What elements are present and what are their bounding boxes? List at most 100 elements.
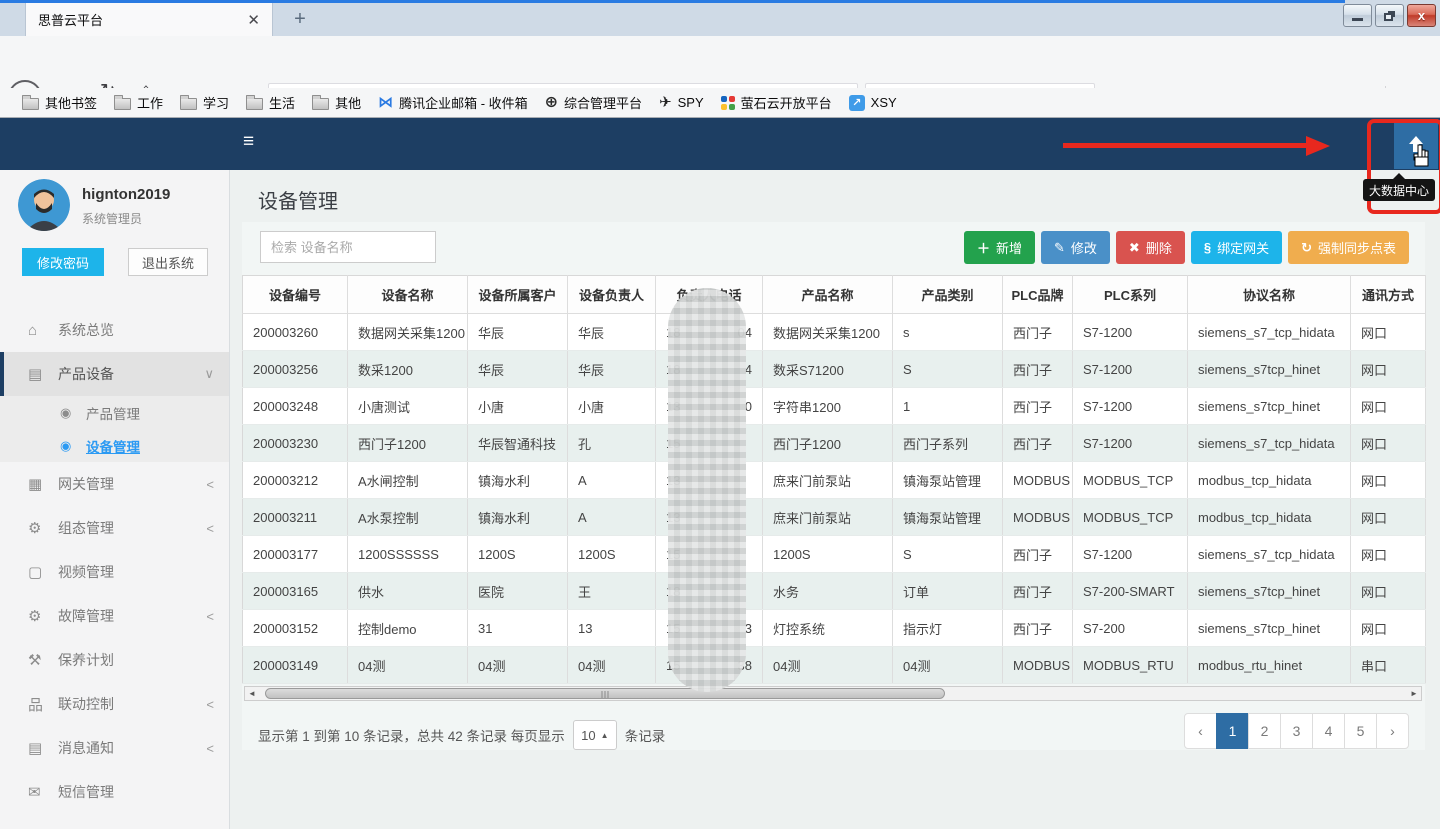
action-button-新增[interactable]: ＋新增 (964, 231, 1035, 264)
table-cell: 31 (468, 610, 568, 647)
table-cell: siemens_s7tcp_hinet (1188, 610, 1351, 647)
bookmark-item[interactable]: ⊕综合管理平台 (545, 93, 642, 112)
bookmark-item[interactable]: 萤石云开放平台 (721, 93, 832, 112)
sidebar-subitem-label: 设备管理 (86, 436, 140, 456)
avatar[interactable] (18, 179, 70, 231)
table-cell: siemens_s7_tcp_hidata (1188, 425, 1351, 462)
device-search-input[interactable] (260, 231, 436, 263)
table-row[interactable]: 200003248小唐测试小唐小唐130字符串12001西门子S7-1200si… (243, 388, 1426, 425)
summary-text-before: 显示第 1 到第 10 条记录，总共 42 条记录 每页显示 (258, 725, 565, 745)
browser-toolbar: ← → ↻ ⌂ iot.idosp.net/admin/index.html?l… (0, 36, 1440, 88)
sidebar-item-label: 保养计划 (58, 650, 214, 670)
sidebar-subitem-产品管理[interactable]: ◉产品管理 (0, 396, 230, 429)
sidebar-item-label: 故障管理 (58, 606, 206, 626)
table-cell: S7-1200 (1073, 536, 1188, 573)
logout-button[interactable]: 退出系统 (128, 248, 208, 276)
table-cell: A (568, 499, 656, 536)
table-cell: 西门子1200 (348, 425, 468, 462)
tab-close-icon[interactable]: ✕ (245, 11, 262, 29)
table-cell: 小唐 (568, 388, 656, 425)
bookmark-item[interactable]: ✈SPY (659, 95, 704, 110)
pagination-page-3[interactable]: 3 (1280, 713, 1313, 749)
table-cell: 04测 (893, 647, 1003, 684)
sidebar-item-消息通知[interactable]: ▤消息通知< (0, 726, 230, 770)
table-cell: 字符串1200 (763, 388, 893, 425)
hand-cursor-icon (1410, 144, 1432, 168)
table-row[interactable]: 200003212A水闸控制镇海水利A13庶来门前泵站镇海泵站管理MODBUSM… (243, 462, 1426, 499)
horizontal-scrollbar[interactable]: ◄ ► (244, 686, 1422, 701)
sitemap-icon: 品 (28, 694, 58, 715)
gears-icon: ⚙ (28, 519, 58, 537)
new-tab-button[interactable]: + (288, 8, 312, 31)
sidebar-item-短信管理[interactable]: ✉短信管理 (0, 770, 230, 814)
sidebar-item-系统总览[interactable]: ⌂系统总览 (0, 308, 230, 352)
sidebar-item-联动控制[interactable]: 品联动控制< (0, 682, 230, 726)
bookmarks-bar: 其他书签工作学习生活其他 ⋈腾讯企业邮箱 - 收件箱 ⊕综合管理平台 ✈SPY 萤石云开… (0, 88, 1440, 118)
table-cell: siemens_s7tcp_hinet (1188, 388, 1351, 425)
sidebar-collapse-icon[interactable]: ≡ (243, 131, 254, 153)
restore-button[interactable] (1375, 4, 1404, 27)
table-cell: 灯控系统 (763, 610, 893, 647)
sidebar-item-产品设备[interactable]: ▤产品设备∨ (0, 352, 230, 396)
action-button-修改[interactable]: ✎修改 (1041, 231, 1110, 264)
bookmark-item[interactable]: ↗XSY (849, 95, 897, 111)
table-row[interactable]: 20000314904测04测04测153804测04测MODBUSMODBUS… (243, 647, 1426, 684)
table-cell: A水闸控制 (348, 462, 468, 499)
table-cell: 华辰 (468, 351, 568, 388)
scroll-left-icon[interactable]: ◄ (245, 689, 259, 698)
bookmark-item[interactable]: 生活 (246, 93, 295, 112)
sidebar-item-label: 网关管理 (58, 474, 206, 494)
sidebar-item-组态管理[interactable]: ⚙组态管理< (0, 506, 230, 550)
pagination-page-4[interactable]: 4 (1312, 713, 1345, 749)
table-cell: s (893, 314, 1003, 351)
table-row[interactable]: 200003260数据网关采集1200华辰华辰1804数据网关采集1200s西门… (243, 314, 1426, 351)
table-cell: 镇海水利 (468, 462, 568, 499)
sidebar-item-视频管理[interactable]: ▢视频管理 (0, 550, 230, 594)
pagination-page-2[interactable]: 2 (1248, 713, 1281, 749)
scroll-right-icon[interactable]: ► (1407, 689, 1421, 698)
table-row[interactable]: 200003256数采1200华辰华辰184数采S71200S西门子S7-120… (243, 351, 1426, 388)
table-row[interactable]: 200003230西门子1200华辰智通科技孔15西门子1200西门子系列西门子… (243, 425, 1426, 462)
table-row[interactable]: 200003165供水医院王18水务订单西门子S7-200-SMARTsieme… (243, 573, 1426, 610)
sidebar-item-保养计划[interactable]: ⚒保养计划 (0, 638, 230, 682)
table-row[interactable]: 2000031771200SSSSSS1200S1200S151200SS西门子… (243, 536, 1426, 573)
records-summary: 显示第 1 到第 10 条记录，总共 42 条记录 每页显示 10▲ 条记录 (258, 720, 665, 750)
sidebar-item-故障管理[interactable]: ⚙故障管理< (0, 594, 230, 638)
bookmark-item[interactable]: 学习 (180, 93, 229, 112)
tooltip: 大数据中心 (1363, 179, 1435, 201)
action-button-强制同步点表[interactable]: ↻强制同步点表 (1288, 231, 1409, 264)
main-content: 设备管理 ＋新增✎修改✖删除§绑定网关↻强制同步点表 设备编号设备名称设备所属客… (230, 170, 1440, 829)
table-cell: 200003177 (243, 536, 348, 573)
table-row[interactable]: 200003152控制demo3113153灯控系统指示灯西门子S7-200si… (243, 610, 1426, 647)
action-button-label: 绑定网关 (1217, 238, 1269, 257)
bookmark-item[interactable]: ⋈腾讯企业邮箱 - 收件箱 (378, 93, 528, 112)
table-cell: 04测 (763, 647, 893, 684)
sidebar-item-网关管理[interactable]: ▦网关管理< (0, 462, 230, 506)
chevron-left-icon: < (206, 609, 214, 624)
gears-icon: ⚙ (28, 607, 58, 625)
sidebar-subitem-设备管理[interactable]: ◉设备管理 (0, 429, 230, 462)
minimize-button[interactable] (1343, 4, 1372, 27)
column-header: 产品名称 (763, 276, 893, 314)
bookmark-item[interactable]: 其他书签 (22, 93, 97, 112)
page-size-select[interactable]: 10▲ (573, 720, 617, 750)
browser-tab[interactable]: 思普云平台 ✕ (25, 3, 273, 36)
table-cell: 西门子 (1003, 388, 1073, 425)
chevron-down-icon: ∨ (204, 366, 214, 382)
pagination-page-5[interactable]: 5 (1344, 713, 1377, 749)
table-cell: A (568, 462, 656, 499)
plus-icon: ＋ (977, 238, 990, 257)
sidebar-subitem-label: 产品管理 (86, 403, 140, 423)
bookmark-item[interactable]: 工作 (114, 93, 163, 112)
action-button-删除[interactable]: ✖删除 (1116, 231, 1185, 264)
scrollbar-thumb[interactable] (265, 688, 945, 699)
bookmark-item[interactable]: 其他 (312, 93, 361, 112)
close-button[interactable]: x (1407, 4, 1436, 27)
table-cell: 庶来门前泵站 (763, 499, 893, 536)
action-button-绑定网关[interactable]: §绑定网关 (1191, 231, 1282, 264)
change-password-button[interactable]: 修改密码 (22, 248, 104, 276)
pagination-prev[interactable]: ‹ (1184, 713, 1217, 749)
table-row[interactable]: 200003211A水泵控制镇海水利A13庶来门前泵站镇海泵站管理MODBUSM… (243, 499, 1426, 536)
pagination-page-1[interactable]: 1 (1216, 713, 1249, 749)
pagination-next[interactable]: › (1376, 713, 1409, 749)
